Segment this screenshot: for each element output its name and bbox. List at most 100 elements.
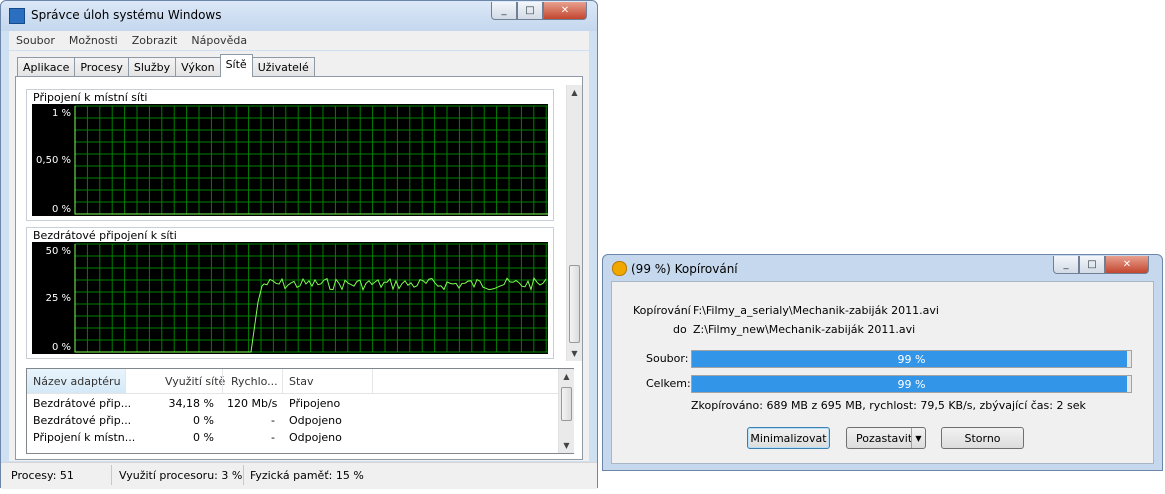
adapter-name: Bezdrátové přip... — [33, 414, 132, 427]
adapter-list-header: Název adaptéru Využití sítě Rychlo... St… — [27, 369, 558, 394]
wifi-y-label-top: 50 % — [46, 246, 71, 257]
graphs-scrollbar[interactable]: ▲ ▼ — [566, 85, 582, 361]
adapter-speed: - — [271, 431, 275, 444]
table-row[interactable]: Připojení k místn... 0 % - Odpojeno — [27, 429, 558, 446]
window-title: Správce úloh systému Windows — [31, 8, 222, 22]
copy-maximize-button[interactable]: □ — [1079, 256, 1105, 274]
lan-graph-title: Připojení k místní síti — [33, 91, 148, 104]
col-state[interactable]: Stav — [289, 375, 314, 388]
adapter-name: Bezdrátové přip... — [33, 397, 132, 410]
menu-view[interactable]: Zobrazit — [125, 31, 185, 50]
status-memory: Fyzická paměť: 15 % — [250, 469, 364, 482]
adapter-usage: 0 % — [193, 414, 214, 427]
col-link-speed[interactable]: Rychlo... — [231, 375, 278, 388]
copy-dialog: (99 %) Kopírování _ □ ✕ Kopírování F:\Fi… — [602, 254, 1163, 471]
lan-usage-line — [74, 106, 548, 215]
graph-grid — [74, 105, 548, 215]
copy-from-label: Kopírování — [633, 304, 691, 317]
adapter-usage: 34,18 % — [168, 397, 214, 410]
chevron-down-icon[interactable]: ▼ — [911, 428, 925, 448]
adapter-usage: 0 % — [193, 431, 214, 444]
graph-grid — [74, 243, 548, 353]
maximize-button[interactable]: □ — [517, 2, 543, 20]
tab-users[interactable]: Uživatelé — [251, 57, 315, 77]
copy-to-label: do — [673, 323, 687, 336]
wifi-y-label-mid: 25 % — [46, 293, 71, 304]
title-bar[interactable]: Správce úloh systému Windows _ □ ✕ — [1, 1, 597, 31]
adapter-list: Název adaptéru Využití sítě Rychlo... St… — [26, 368, 574, 454]
adapter-list-scroll-thumb[interactable] — [561, 387, 572, 421]
scroll-up-arrow-icon[interactable]: ▲ — [567, 85, 582, 100]
pause-button-label: Pozastavit — [856, 431, 913, 445]
status-bar: Procesy: 51 Využití procesoru: 3 % Fyzic… — [1, 462, 597, 489]
adapter-state: Odpojeno — [289, 414, 342, 427]
wifi-graph-plot: 50 % 25 % 0 % — [32, 242, 548, 354]
tab-networking[interactable]: Sítě — [219, 54, 253, 77]
copy-close-button[interactable]: ✕ — [1105, 256, 1149, 274]
adapter-speed: - — [271, 414, 275, 427]
lan-y-label-bottom: 0 % — [52, 204, 71, 215]
status-separator — [111, 465, 112, 485]
adapter-state: Připojeno — [289, 397, 341, 410]
wifi-graph-title: Bezdrátové připojení k síti — [33, 229, 177, 242]
copy-to-path: Z:\Filmy_new\Mechanik-zabiják 2011.avi — [693, 323, 916, 336]
copy-progress-icon — [612, 261, 627, 276]
scroll-down-arrow-icon[interactable]: ▼ — [567, 346, 582, 361]
lan-graph-svg: 1 % 0,50 % 0 % — [36, 105, 548, 215]
adapter-speed: 120 Mb/s — [227, 397, 278, 410]
task-manager-body: Aplikace Procesy Služby Výkon Sítě Uživa… — [9, 51, 589, 461]
col-network-usage[interactable]: Využití sítě — [165, 375, 225, 388]
lan-graph-panel: Připojení k místní síti 1 % 0,50 % 0 % — [26, 89, 554, 221]
copy-dialog-body: Kopírování F:\Filmy_a_serialy\Mechanik-z… — [611, 281, 1154, 464]
table-row[interactable]: Bezdrátové přip... 34,18 % 120 Mb/s Přip… — [27, 395, 558, 412]
wifi-graph-panel: Bezdrátové připojení k síti 50 % 25 % 0 … — [26, 227, 554, 359]
tab-applications[interactable]: Aplikace — [17, 57, 76, 77]
copy-minimize-button[interactable]: _ — [1053, 256, 1079, 274]
tab-performance[interactable]: Výkon — [175, 57, 221, 77]
col-adapter-name[interactable]: Název adaptéru — [33, 375, 121, 388]
networking-tab-page: Připojení k místní síti 1 % 0,50 % 0 % B… — [15, 76, 583, 460]
tab-processes[interactable]: Procesy — [74, 57, 129, 77]
task-manager-window: Správce úloh systému Windows _ □ ✕ Soubo… — [0, 0, 598, 489]
menu-options[interactable]: Možnosti — [62, 31, 125, 50]
tab-services[interactable]: Služby — [127, 57, 177, 77]
task-manager-app-icon — [9, 8, 25, 24]
lan-y-label-mid: 0,50 % — [36, 155, 71, 166]
total-progress-text: 99 % — [897, 378, 926, 391]
copy-dialog-title: (99 %) Kopírování — [631, 262, 738, 276]
column-separator[interactable] — [372, 369, 373, 393]
pause-button[interactable]: Pozastavit ▼ — [846, 427, 926, 449]
adapter-state: Odpojeno — [289, 431, 342, 444]
file-progress-label: Soubor: — [646, 352, 689, 365]
copy-from-path: F:\Filmy_a_serialy\Mechanik-zabiják 2011… — [693, 304, 939, 317]
scroll-up-arrow-icon[interactable]: ▲ — [559, 369, 574, 384]
tab-strip: Aplikace Procesy Služby Výkon Sítě Uživa… — [17, 54, 315, 77]
minimize-button[interactable]: _ — [491, 2, 517, 20]
menu-file[interactable]: Soubor — [9, 31, 62, 50]
graphs-scroll-thumb[interactable] — [569, 265, 580, 343]
status-cpu: Využití procesoru: 3 % — [119, 469, 243, 482]
column-separator[interactable] — [125, 369, 126, 393]
lan-graph-plot: 1 % 0,50 % 0 % — [32, 104, 548, 216]
status-separator — [243, 465, 244, 485]
minimize-copy-button[interactable]: Minimalizovat — [747, 427, 830, 449]
copy-summary: Zkopírováno: 689 MB z 695 MB, rychlost: … — [691, 399, 1086, 412]
column-separator[interactable] — [222, 369, 223, 393]
adapter-list-scrollbar[interactable]: ▲ ▼ — [558, 369, 574, 453]
total-progress-label: Celkem: — [646, 377, 691, 390]
table-row[interactable]: Bezdrátové přip... 0 % - Odpojeno — [27, 412, 558, 429]
menu-help[interactable]: Nápověda — [184, 31, 254, 50]
menu-bar: Soubor Možnosti Zobrazit Nápověda — [9, 31, 589, 50]
close-button[interactable]: ✕ — [543, 2, 587, 20]
file-progress-text: 99 % — [897, 353, 926, 366]
wifi-y-label-bottom: 0 % — [52, 342, 71, 353]
lan-y-label-top: 1 % — [52, 108, 71, 119]
status-processes: Procesy: 51 — [11, 469, 74, 482]
scroll-down-arrow-icon[interactable]: ▼ — [559, 438, 574, 453]
wifi-graph-svg: 50 % 25 % 0 % — [46, 243, 548, 353]
file-progress-bar: 99 % — [691, 350, 1132, 368]
column-separator[interactable] — [282, 369, 283, 393]
adapter-name: Připojení k místn... — [33, 431, 136, 444]
copy-dialog-title-bar[interactable]: (99 %) Kopírování _ □ ✕ — [603, 255, 1162, 281]
cancel-button[interactable]: Storno — [941, 427, 1024, 449]
